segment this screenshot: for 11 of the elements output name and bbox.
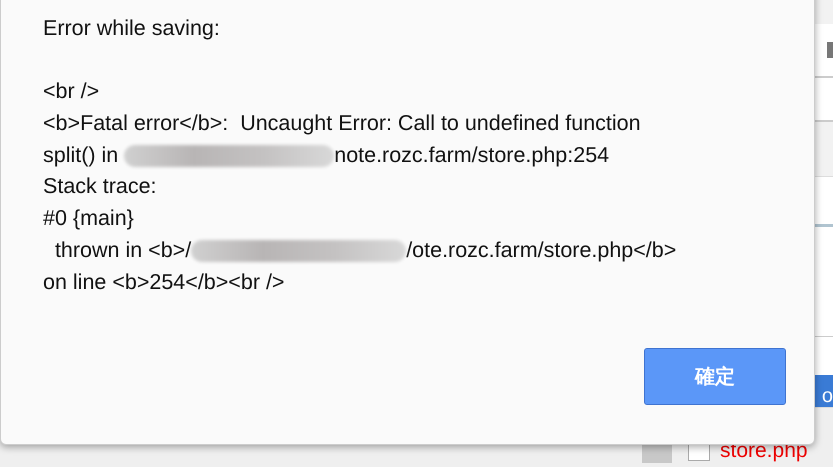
error-text: split() in xyxy=(43,142,120,169)
confirm-button[interactable]: 確定 xyxy=(644,348,786,405)
error-text: note.rozc.farm/store.php:254 xyxy=(334,142,610,169)
error-text: <b>Fatal error</b>: Uncaught Error: Call to undefined function xyxy=(43,110,641,138)
error-text: <br /> xyxy=(43,78,100,106)
error-text: /ote.rozc.farm/store.php</b> xyxy=(406,236,676,264)
error-text: Stack trace: xyxy=(43,173,157,200)
error-text: thrown in <b>/ xyxy=(54,236,192,264)
error-text: #0 {main} xyxy=(43,205,134,232)
dialog-title: Error while saving: xyxy=(43,15,221,42)
error-text: on line <b>254</b><br /> xyxy=(43,268,284,296)
